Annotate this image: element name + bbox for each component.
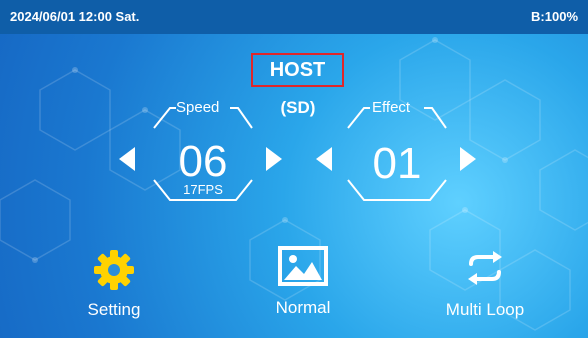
speed-value: 06: [178, 137, 228, 186]
multi-loop-button[interactable]: Multi Loop: [430, 248, 540, 328]
speed-decrease-arrow[interactable]: [115, 145, 139, 173]
multi-loop-label: Multi Loop: [445, 300, 525, 319]
effect-value: 01: [372, 139, 422, 188]
normal-label: Normal: [275, 298, 331, 317]
battery-level: B:100%: [531, 9, 578, 24]
setting-button[interactable]: Setting: [59, 248, 169, 328]
effect-decrease-arrow[interactable]: [312, 145, 336, 173]
effect-increase-arrow[interactable]: [456, 145, 480, 173]
setting-label: Setting: [87, 300, 141, 319]
speed-fps: 17FPS: [183, 182, 223, 197]
speed-increase-arrow[interactable]: [262, 145, 286, 173]
speed-label: Speed: [176, 99, 220, 116]
date-time: 2024/06/01 12:00 Sat.: [10, 9, 140, 24]
mode-subtitle: (SD): [280, 98, 316, 117]
device-screen: 2024/06/01 12:00 Sat. B:100% HOST (SD) S…: [0, 0, 588, 338]
effect-label: Effect: [372, 99, 411, 116]
loop-icon: [468, 251, 502, 285]
mode-title[interactable]: HOST: [251, 53, 344, 87]
gear-icon: [94, 250, 134, 290]
image-icon: [278, 246, 328, 286]
normal-button[interactable]: Normal: [248, 246, 358, 326]
status-bar: 2024/06/01 12:00 Sat. B:100%: [0, 0, 588, 34]
